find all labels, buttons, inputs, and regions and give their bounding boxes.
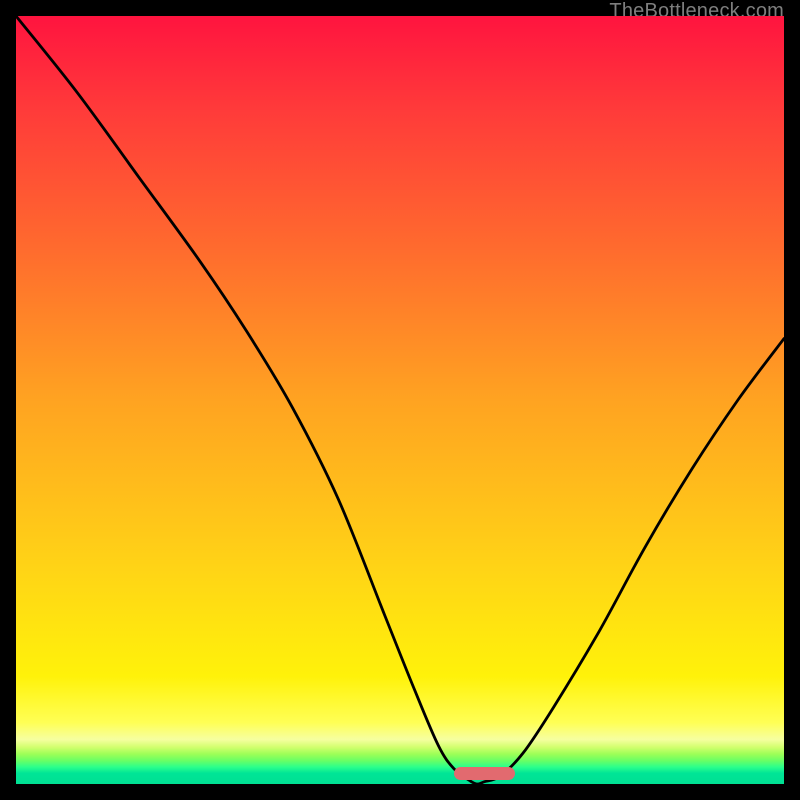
optimal-range-marker (454, 767, 515, 780)
plot-area (16, 16, 784, 784)
chart-frame: TheBottleneck.com (0, 0, 800, 800)
curve-layer (16, 16, 784, 784)
bottleneck-curve (16, 16, 784, 784)
